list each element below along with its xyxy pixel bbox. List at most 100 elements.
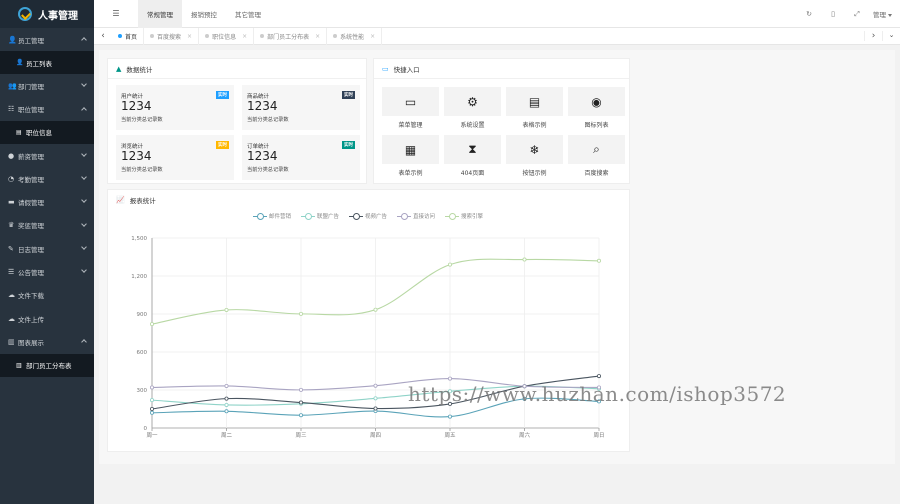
legend-item[interactable]: 联盟广告 (300, 212, 339, 220)
chart-legend: 邮件营销 联盟广告 视频广告 直接访问 搜索引擎 (108, 212, 628, 220)
sidebar-item-6[interactable]: ♛ 奖惩管理 (0, 214, 94, 237)
page-tab[interactable]: 百度搜索 × (144, 27, 200, 45)
tab-close-icon[interactable]: × (242, 33, 247, 40)
data-point[interactable] (224, 307, 229, 312)
fullscreen-icon[interactable]: ⤢ (845, 10, 869, 19)
snowflake-icon[interactable]: ❄ (506, 135, 563, 164)
data-point[interactable] (298, 311, 303, 316)
data-point[interactable] (224, 402, 229, 407)
sidebar-subitem[interactable]: 👤 员工列表 (0, 51, 94, 75)
line-chart: 0 300 600 900 1,200 1,500 周一 周二 周三 周四 周五 周六 周日 (131, 236, 604, 439)
quick-entry-label[interactable]: 系统设置 (444, 120, 501, 129)
quick-panel: ▭ 快捷入口 ▭ 菜单管理 ⚙ 系统设置 ▤ 表格示例 ◉ 图标列表 ▦ 表单示例 ⧗ 404页面 ❄ 按… (373, 58, 630, 184)
data-point[interactable] (596, 374, 601, 379)
sidebar-item-0[interactable]: 👤 员工管理 (0, 28, 94, 51)
user-menu[interactable]: 管理 (869, 9, 896, 19)
top-nav: 常规管理 报销预控 其它管理 (138, 0, 270, 28)
clear-cache-icon[interactable]: ▯ (821, 10, 845, 18)
quick-entry-label[interactable]: 图标列表 (568, 120, 625, 129)
legend-line-icon (397, 212, 411, 220)
legend-item[interactable]: 邮件营销 (252, 212, 291, 220)
data-point[interactable] (447, 414, 452, 419)
tabs-menu-icon[interactable]: ⌄ (882, 31, 900, 41)
quick-entry-label[interactable]: 表格示例 (506, 120, 563, 129)
sidebar-item-2[interactable]: ☷ 职位管理 (0, 98, 94, 121)
data-point[interactable] (447, 376, 452, 381)
legend-label: 搜索引擎 (461, 214, 484, 220)
sidebar-item-label: 奖惩管理 (18, 222, 44, 231)
tab-close-icon[interactable]: × (315, 33, 320, 40)
tab-list: 首页 百度搜索 × 职位信息 × 部门员工分布表 × 系统性能 × (112, 27, 864, 45)
sidebar-item-4[interactable]: ◔ 考勤管理 (0, 167, 94, 190)
quick-entry-label[interactable]: 百度搜索 (568, 168, 625, 177)
tab-close-icon[interactable]: × (187, 33, 192, 40)
data-point[interactable] (298, 400, 303, 405)
data-point[interactable] (224, 409, 229, 414)
page-tab[interactable]: 首页 (112, 27, 145, 45)
data-point[interactable] (150, 398, 155, 403)
calendar-icon[interactable]: ▦ (382, 135, 439, 164)
quick-entry-label[interactable]: 菜单管理 (382, 120, 439, 129)
legend-item[interactable]: 直接访问 (397, 212, 435, 220)
data-point[interactable] (373, 383, 378, 388)
file-icon[interactable]: ▤ (506, 87, 563, 116)
data-point[interactable] (150, 410, 155, 415)
sidebar-subitem[interactable]: ▥ 部门员工分布表 (0, 353, 94, 377)
sidebar-item-9[interactable]: ☁ 文件下载 (0, 284, 94, 307)
data-point[interactable] (224, 396, 229, 401)
sidebar-item-5[interactable]: ▬ 请假管理 (0, 190, 94, 213)
sidebar-item-11[interactable]: ▥ 图表展示 (0, 330, 94, 353)
data-point[interactable] (224, 383, 229, 388)
sidebar-subitem[interactable]: ▤ 职位信息 (0, 120, 94, 144)
sidebar-subitem-label: 职位信息 (26, 129, 52, 138)
data-point[interactable] (373, 406, 378, 411)
sidebar-item-7[interactable]: ✎ 日志管理 (0, 237, 94, 260)
stats-panel-title: ▲ 数据统计 (108, 59, 366, 79)
data-point[interactable] (298, 413, 303, 418)
legend-line-icon (252, 212, 267, 220)
legend-item[interactable]: 搜索引擎 (445, 212, 483, 220)
data-point[interactable] (150, 406, 155, 411)
window-icon[interactable]: ▭ (382, 87, 439, 116)
data-point[interactable] (373, 307, 378, 312)
data-point[interactable] (447, 262, 452, 267)
hourglass-icon[interactable]: ⧗ (444, 135, 501, 164)
top-nav-item[interactable]: 报销预控 (182, 0, 226, 28)
sidebar-item-3[interactable]: ● 薪资管理 (0, 144, 94, 167)
tabs-scroll-left-icon[interactable]: ‹ (94, 31, 112, 41)
legend-item[interactable]: 视频广告 (348, 212, 387, 220)
data-point[interactable] (522, 257, 527, 262)
quick-entry-label[interactable]: 按钮示例 (506, 168, 563, 177)
quick-entry-label[interactable]: 表单示例 (382, 168, 439, 177)
data-point[interactable] (150, 322, 155, 327)
top-nav-item[interactable]: 常规管理 (138, 0, 182, 28)
menu-toggle-icon[interactable]: ☰ (94, 9, 138, 18)
data-point[interactable] (298, 387, 303, 392)
page-tab[interactable]: 部门员工分布表 × (254, 27, 328, 45)
sidebar-item-1[interactable]: 👥 部门管理 (0, 74, 94, 97)
data-point[interactable] (150, 385, 155, 390)
gears-icon[interactable]: ⚙ (444, 87, 501, 116)
tab-close-icon[interactable]: × (370, 33, 375, 40)
quick-entry-label[interactable]: 404页面 (444, 168, 501, 177)
page-tab[interactable]: 系统性能 × (327, 27, 383, 45)
sidebar-item-8[interactable]: ☰ 公告管理 (0, 260, 94, 283)
data-point[interactable] (373, 396, 378, 401)
sidebar-item-10[interactable]: ☁ 文件上传 (0, 307, 94, 330)
sidebar-item-label: 薪资管理 (18, 152, 44, 161)
chevron-down-icon (81, 267, 87, 274)
top-nav-item[interactable]: 其它管理 (226, 0, 270, 28)
app-logo[interactable]: 人事管理 (0, 0, 94, 28)
x-tick-label: 周一 (146, 432, 158, 439)
dot-circle-icon[interactable]: ◉ (568, 87, 625, 116)
page-tab[interactable]: 职位信息 × (199, 27, 255, 45)
stat-value: 1234 (121, 149, 152, 163)
stat-card: 用户统计 1234 当前分类总记录数 实时 (116, 85, 234, 130)
search-icon[interactable]: ⌕ (568, 135, 625, 164)
tabs-scroll-right-icon[interactable]: › (864, 31, 882, 41)
chevron-up-icon (81, 106, 87, 113)
refresh-icon[interactable]: ↻ (797, 10, 821, 18)
sidebar-subitem-label: 员工列表 (26, 59, 52, 68)
data-point[interactable] (596, 258, 601, 263)
tab-dot-icon (118, 34, 122, 38)
